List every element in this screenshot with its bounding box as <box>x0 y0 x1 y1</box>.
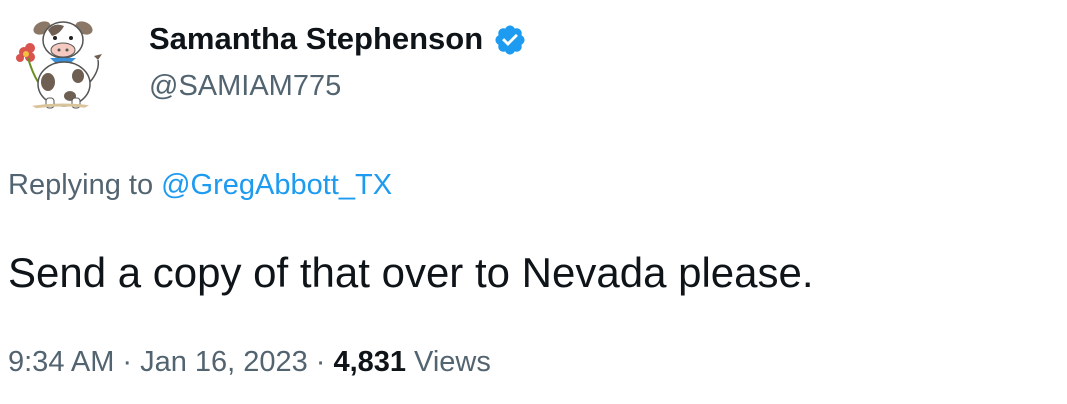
user-display-name[interactable]: Samantha Stephenson <box>149 18 483 60</box>
user-avatar[interactable] <box>8 10 112 114</box>
tweet-text: Send a copy of that over to Nevada pleas… <box>8 249 814 296</box>
replying-to-label: Replying to <box>8 169 154 201</box>
user-name-row: Samantha Stephenson <box>149 18 527 60</box>
replying-to-row: Replying to @GregAbbott_TX <box>8 166 392 204</box>
verified-badge-icon[interactable] <box>493 23 527 57</box>
views-count: 4,831 <box>333 346 407 378</box>
tweet-time[interactable]: 9:34 AM <box>8 346 114 378</box>
cow-avatar-icon <box>16 21 102 110</box>
meta-separator: · <box>315 346 326 378</box>
user-handle[interactable]: @SAMIAM775 <box>149 68 341 104</box>
reply-target-link[interactable]: @GregAbbott_TX <box>161 169 392 201</box>
views-label: Views <box>414 346 491 378</box>
tweet-meta: 9:34 AM · Jan 16, 2023 · 4,831 Views <box>8 343 491 381</box>
tweet-card: Samantha Stephenson @SAMIAM775 Replying … <box>0 0 1067 404</box>
meta-separator: · <box>122 346 133 378</box>
tweet-date[interactable]: Jan 16, 2023 <box>140 346 308 378</box>
